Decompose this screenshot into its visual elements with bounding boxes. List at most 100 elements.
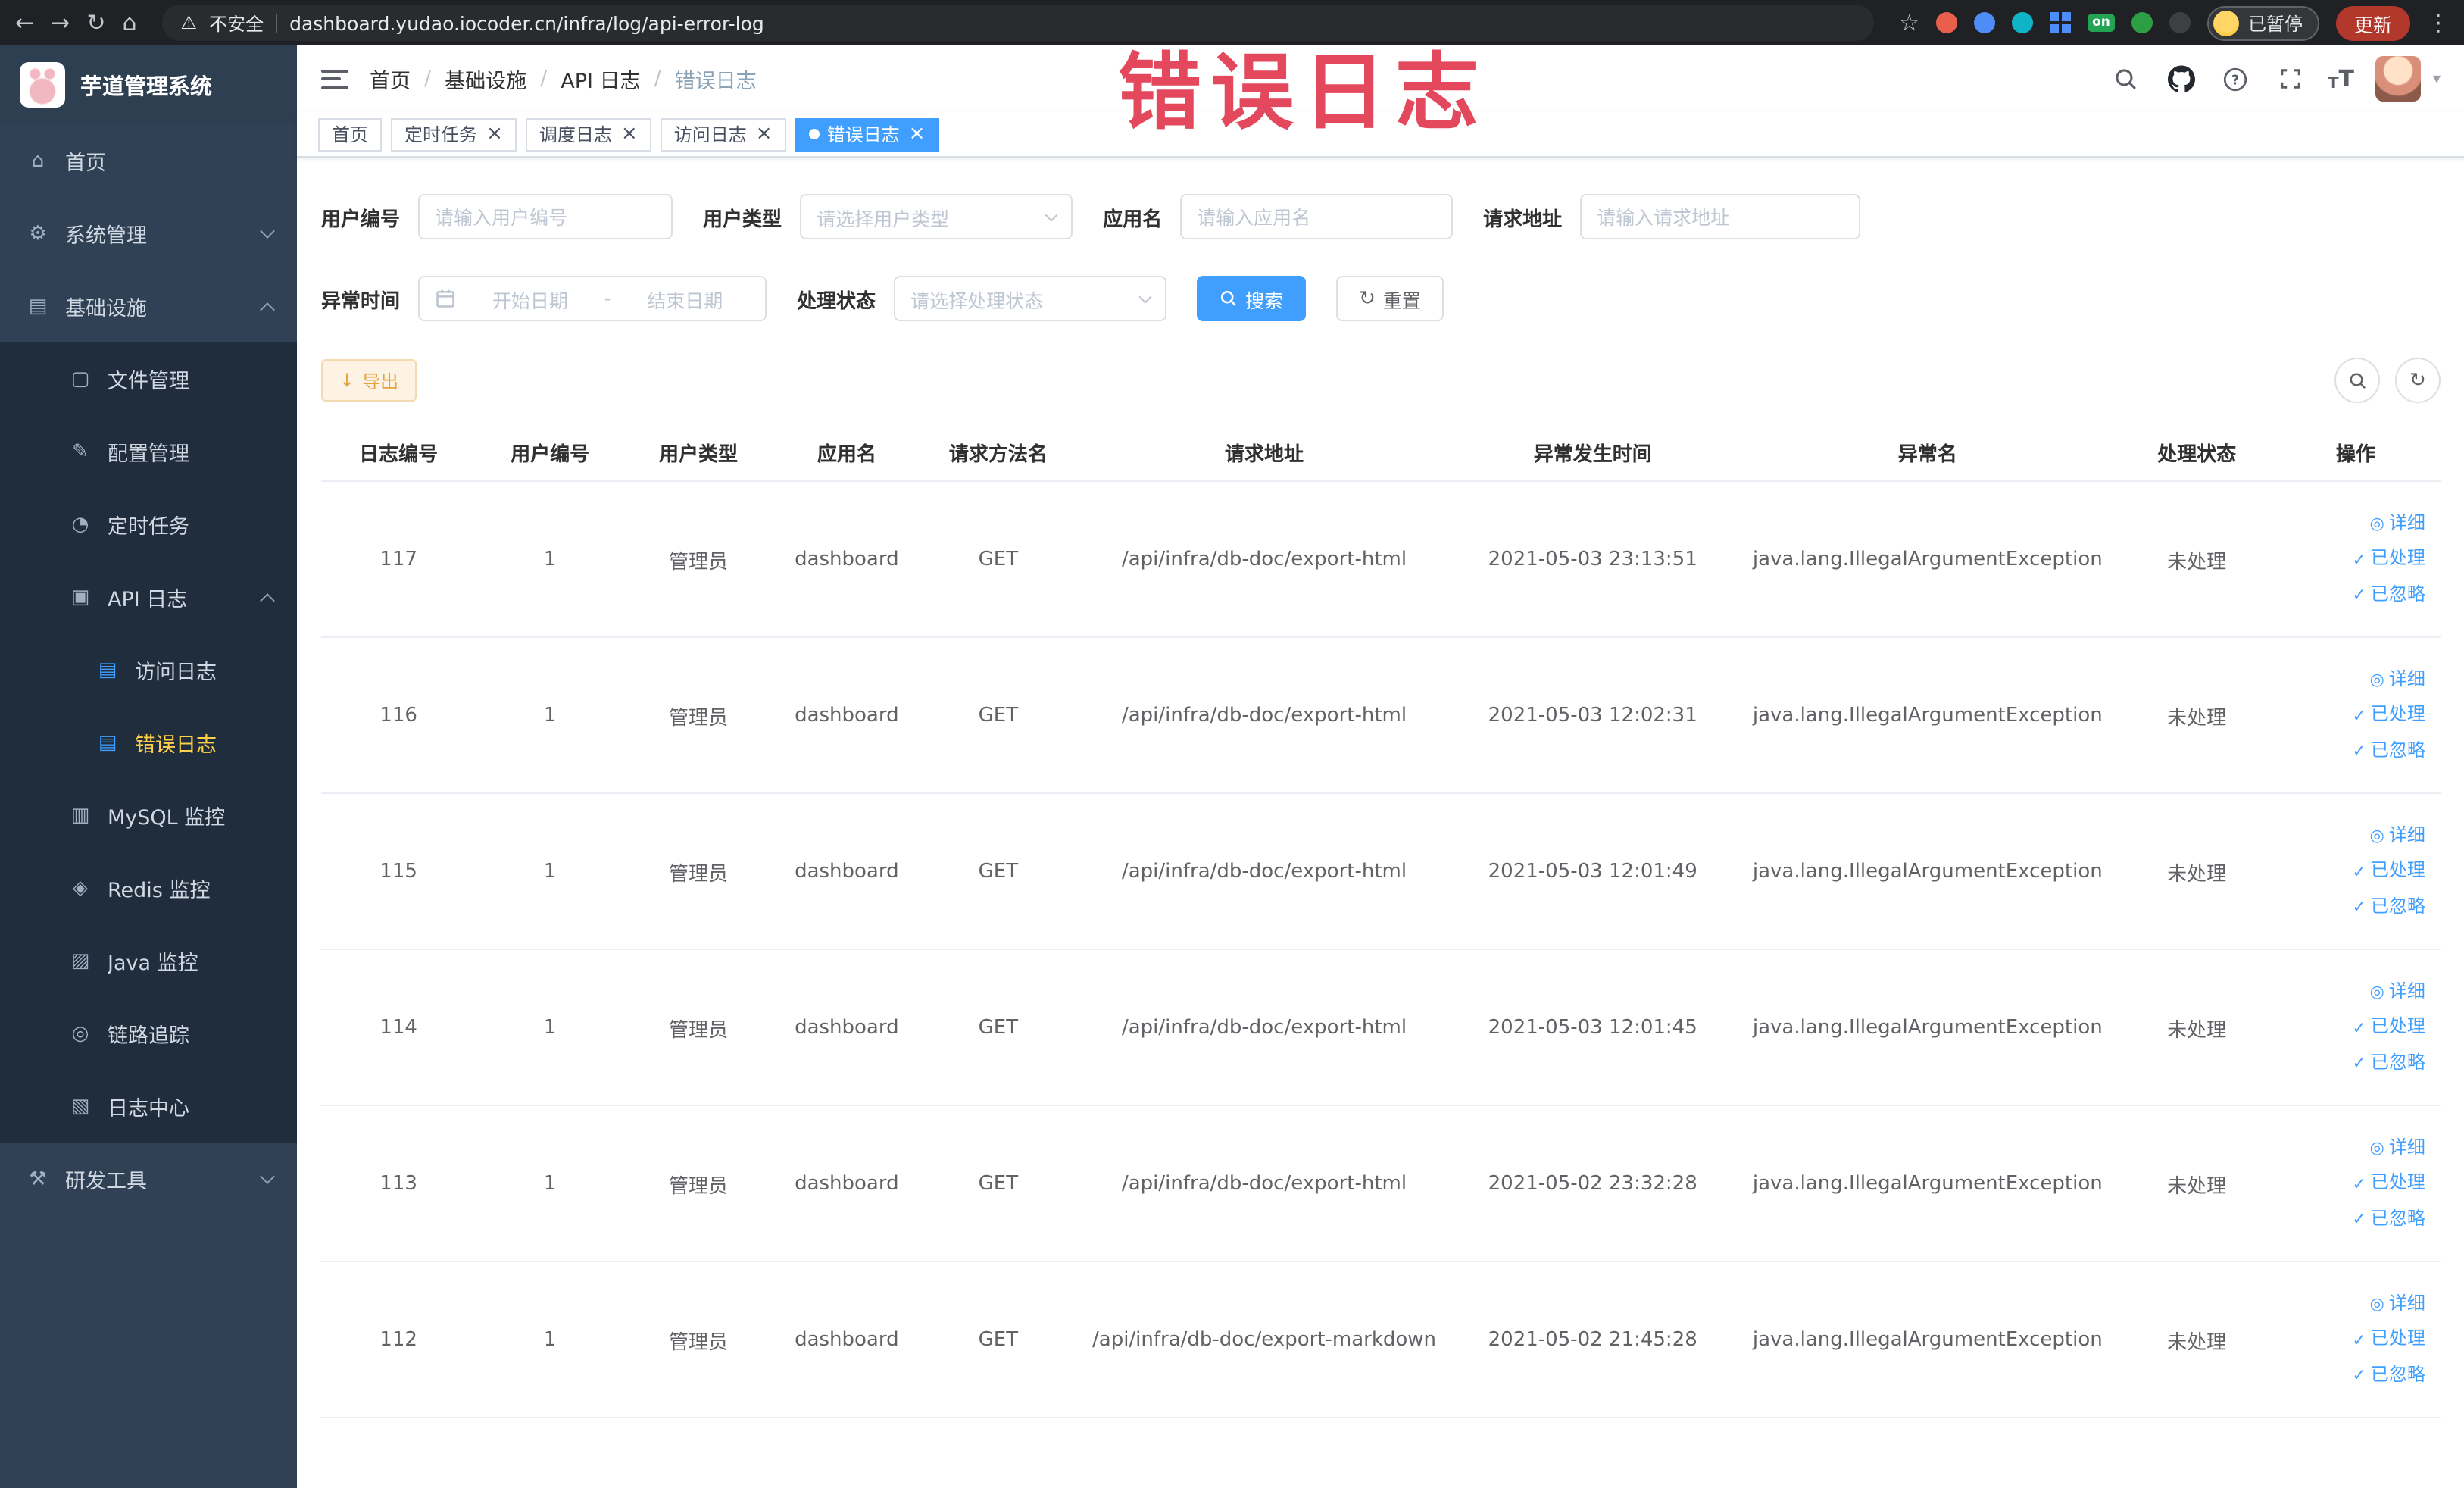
export-button[interactable]: ↓ 导出 bbox=[321, 359, 417, 402]
close-icon[interactable]: × bbox=[621, 124, 638, 144]
user-type-select[interactable]: 请选择用户类型 bbox=[800, 194, 1073, 239]
browser-update-button[interactable]: 更新 bbox=[2335, 5, 2410, 40]
hamburger-icon[interactable] bbox=[321, 69, 348, 89]
sidebar-item-error-log[interactable]: ▤ 错误日志 bbox=[0, 706, 297, 779]
extension-green-icon[interactable] bbox=[2131, 12, 2153, 33]
reset-button[interactable]: ↻ 重置 bbox=[1336, 276, 1444, 321]
check-icon: ✓ bbox=[2352, 1052, 2366, 1073]
close-icon[interactable]: × bbox=[756, 124, 773, 144]
cell-method: GET bbox=[978, 1172, 1019, 1195]
detail-link[interactable]: ◎ 详细 bbox=[2370, 509, 2425, 538]
github-icon[interactable] bbox=[2165, 62, 2198, 95]
sidebar-item-log-center[interactable]: ▧ 日志中心 bbox=[0, 1070, 297, 1143]
mark-processed-link[interactable]: ✓ 已处理 bbox=[2352, 1013, 2425, 1042]
back-icon[interactable]: ← bbox=[15, 11, 34, 34]
search-button[interactable]: 搜索 bbox=[1197, 276, 1307, 321]
export-button-label: 导出 bbox=[362, 370, 399, 392]
check-icon: ✓ bbox=[2352, 1365, 2366, 1385]
tab-scheduled-tasks[interactable]: 定时任务 × bbox=[391, 117, 517, 151]
process-status-select[interactable]: 请选择处理状态 bbox=[894, 276, 1167, 321]
reload-icon[interactable]: ↻ bbox=[86, 11, 105, 34]
tab-label: 定时任务 bbox=[404, 124, 478, 145]
exception-time-range-picker[interactable]: 开始日期 - 结束日期 bbox=[418, 276, 767, 321]
cell-method: GET bbox=[978, 1328, 1019, 1351]
tab-error-log[interactable]: 错误日志 × bbox=[795, 117, 939, 151]
sidebar-item-config-management[interactable]: ✎ 配置管理 bbox=[0, 415, 297, 488]
mark-processed-link[interactable]: ✓ 已处理 bbox=[2352, 1169, 2425, 1198]
filter-app-name: 应用名 bbox=[1103, 194, 1454, 239]
mark-ignored-link[interactable]: ✓ 已忽略 bbox=[2352, 580, 2425, 608]
address-bar[interactable]: ⚠ 不安全 dashboard.yudao.iocoder.cn/infra/l… bbox=[162, 5, 1874, 41]
extension-teal-icon[interactable] bbox=[2012, 12, 2034, 33]
detail-link[interactable]: ◎ 详细 bbox=[2370, 665, 2425, 694]
font-size-icon[interactable]: TT bbox=[2328, 65, 2354, 92]
profile-sync-paused-chip[interactable]: 已暂停 bbox=[2206, 5, 2319, 40]
breadcrumb-item[interactable]: API 日志 bbox=[561, 64, 640, 94]
sidebar-item-java-monitor[interactable]: ▨ Java 监控 bbox=[0, 924, 297, 997]
mark-ignored-link[interactable]: ✓ 已忽略 bbox=[2352, 736, 2425, 764]
breadcrumb-separator: / bbox=[654, 67, 661, 91]
sidebar-item-home[interactable]: ⌂ 首页 bbox=[0, 124, 297, 197]
tab-access-log[interactable]: 访问日志 × bbox=[660, 117, 786, 151]
sidebar-item-redis-monitor[interactable]: ◈ Redis 监控 bbox=[0, 852, 297, 924]
breadcrumb-item[interactable]: 基础设施 bbox=[445, 64, 526, 94]
detail-link[interactable]: ◎ 详细 bbox=[2370, 821, 2425, 850]
sidebar-item-system-management[interactable]: ⚙ 系统管理 bbox=[0, 197, 297, 270]
detail-link[interactable]: ◎ 详细 bbox=[2370, 977, 2425, 1006]
cell-user-id: 1 bbox=[543, 1172, 557, 1195]
mark-ignored-link[interactable]: ✓ 已忽略 bbox=[2352, 1204, 2425, 1233]
sidebar-item-infrastructure[interactable]: ▤ 基础设施 bbox=[0, 270, 297, 342]
extension-paw-icon[interactable] bbox=[2169, 12, 2191, 33]
app-name-input[interactable] bbox=[1180, 194, 1454, 239]
mark-processed-link[interactable]: ✓ 已处理 bbox=[2352, 545, 2425, 574]
breadcrumb-item[interactable]: 首页 bbox=[370, 64, 411, 94]
mark-ignored-link[interactable]: ✓ 已忽略 bbox=[2352, 1048, 2425, 1077]
mark-ignored-link[interactable]: ✓ 已忽略 bbox=[2352, 892, 2425, 921]
sidebar-item-mysql-monitor[interactable]: ▥ MySQL 监控 bbox=[0, 779, 297, 852]
sidebar-item-label: 研发工具 bbox=[65, 1170, 147, 1194]
fullscreen-icon[interactable] bbox=[2274, 62, 2307, 95]
bookmark-star-icon[interactable]: ☆ bbox=[1899, 11, 1919, 34]
tab-home[interactable]: 首页 bbox=[318, 117, 383, 151]
browser-home-icon[interactable]: ⌂ bbox=[122, 11, 136, 34]
refresh-table-button[interactable]: ↻ bbox=[2395, 358, 2441, 403]
close-icon[interactable]: × bbox=[486, 124, 503, 144]
request-url-input[interactable] bbox=[1580, 194, 1861, 239]
mark-processed-link[interactable]: ✓ 已处理 bbox=[2352, 857, 2425, 886]
cell-status: 未处理 bbox=[2167, 1331, 2227, 1354]
sidebar-item-file-management[interactable]: ▢ 文件管理 bbox=[0, 342, 297, 415]
tab-job-log[interactable]: 调度日志 × bbox=[525, 117, 651, 151]
detail-link[interactable]: ◎ 详细 bbox=[2370, 1289, 2425, 1318]
action-label: 已处理 bbox=[2370, 1015, 2425, 1037]
extension-on-badge[interactable]: on bbox=[2088, 13, 2115, 33]
help-icon[interactable]: ? bbox=[2219, 62, 2253, 95]
filter-user-type: 用户类型 请选择用户类型 bbox=[703, 194, 1073, 239]
search-icon[interactable] bbox=[2110, 62, 2144, 95]
tab-label: 访问日志 bbox=[673, 124, 747, 145]
tab-label: 错误日志 bbox=[826, 124, 900, 145]
sidebar-item-scheduled-tasks[interactable]: ◔ 定时任务 bbox=[0, 488, 297, 561]
java-icon: ▨ bbox=[70, 949, 90, 972]
user-id-input[interactable] bbox=[418, 194, 673, 239]
user-avatar[interactable] bbox=[2375, 56, 2421, 102]
extension-red-icon[interactable] bbox=[1936, 12, 1958, 33]
detail-link[interactable]: ◎ 详细 bbox=[2370, 1133, 2425, 1162]
sidebar-item-api-logs[interactable]: ▣ API 日志 bbox=[0, 561, 297, 633]
sidebar-item-dev-tools[interactable]: ⚒ 研发工具 bbox=[0, 1143, 297, 1215]
cell-url: /api/infra/db-doc/export-html bbox=[1121, 704, 1407, 727]
toggle-search-button[interactable] bbox=[2334, 358, 2380, 403]
extension-blue-icon[interactable] bbox=[1974, 12, 1996, 33]
mark-ignored-link[interactable]: ✓ 已忽略 bbox=[2352, 1360, 2425, 1389]
calendar-icon bbox=[435, 288, 456, 309]
table-row: 113 1 管理员 dashboard GET/api/infra/db-doc/exp… bbox=[321, 1106, 2441, 1262]
check-icon: ✓ bbox=[2352, 896, 2366, 917]
avatar-caret-icon[interactable]: ▾ bbox=[2433, 70, 2441, 87]
forward-icon[interactable]: → bbox=[51, 11, 70, 34]
browser-menu-icon[interactable]: ⋮ bbox=[2427, 11, 2450, 34]
close-icon[interactable]: × bbox=[909, 124, 926, 144]
mark-processed-link[interactable]: ✓ 已处理 bbox=[2352, 701, 2425, 730]
sidebar-item-link-tracing[interactable]: ◎ 链路追踪 bbox=[0, 997, 297, 1070]
mark-processed-link[interactable]: ✓ 已处理 bbox=[2352, 1325, 2425, 1354]
extension-grid-icon[interactable] bbox=[2050, 12, 2072, 33]
sidebar-item-access-log[interactable]: ▤ 访问日志 bbox=[0, 633, 297, 706]
